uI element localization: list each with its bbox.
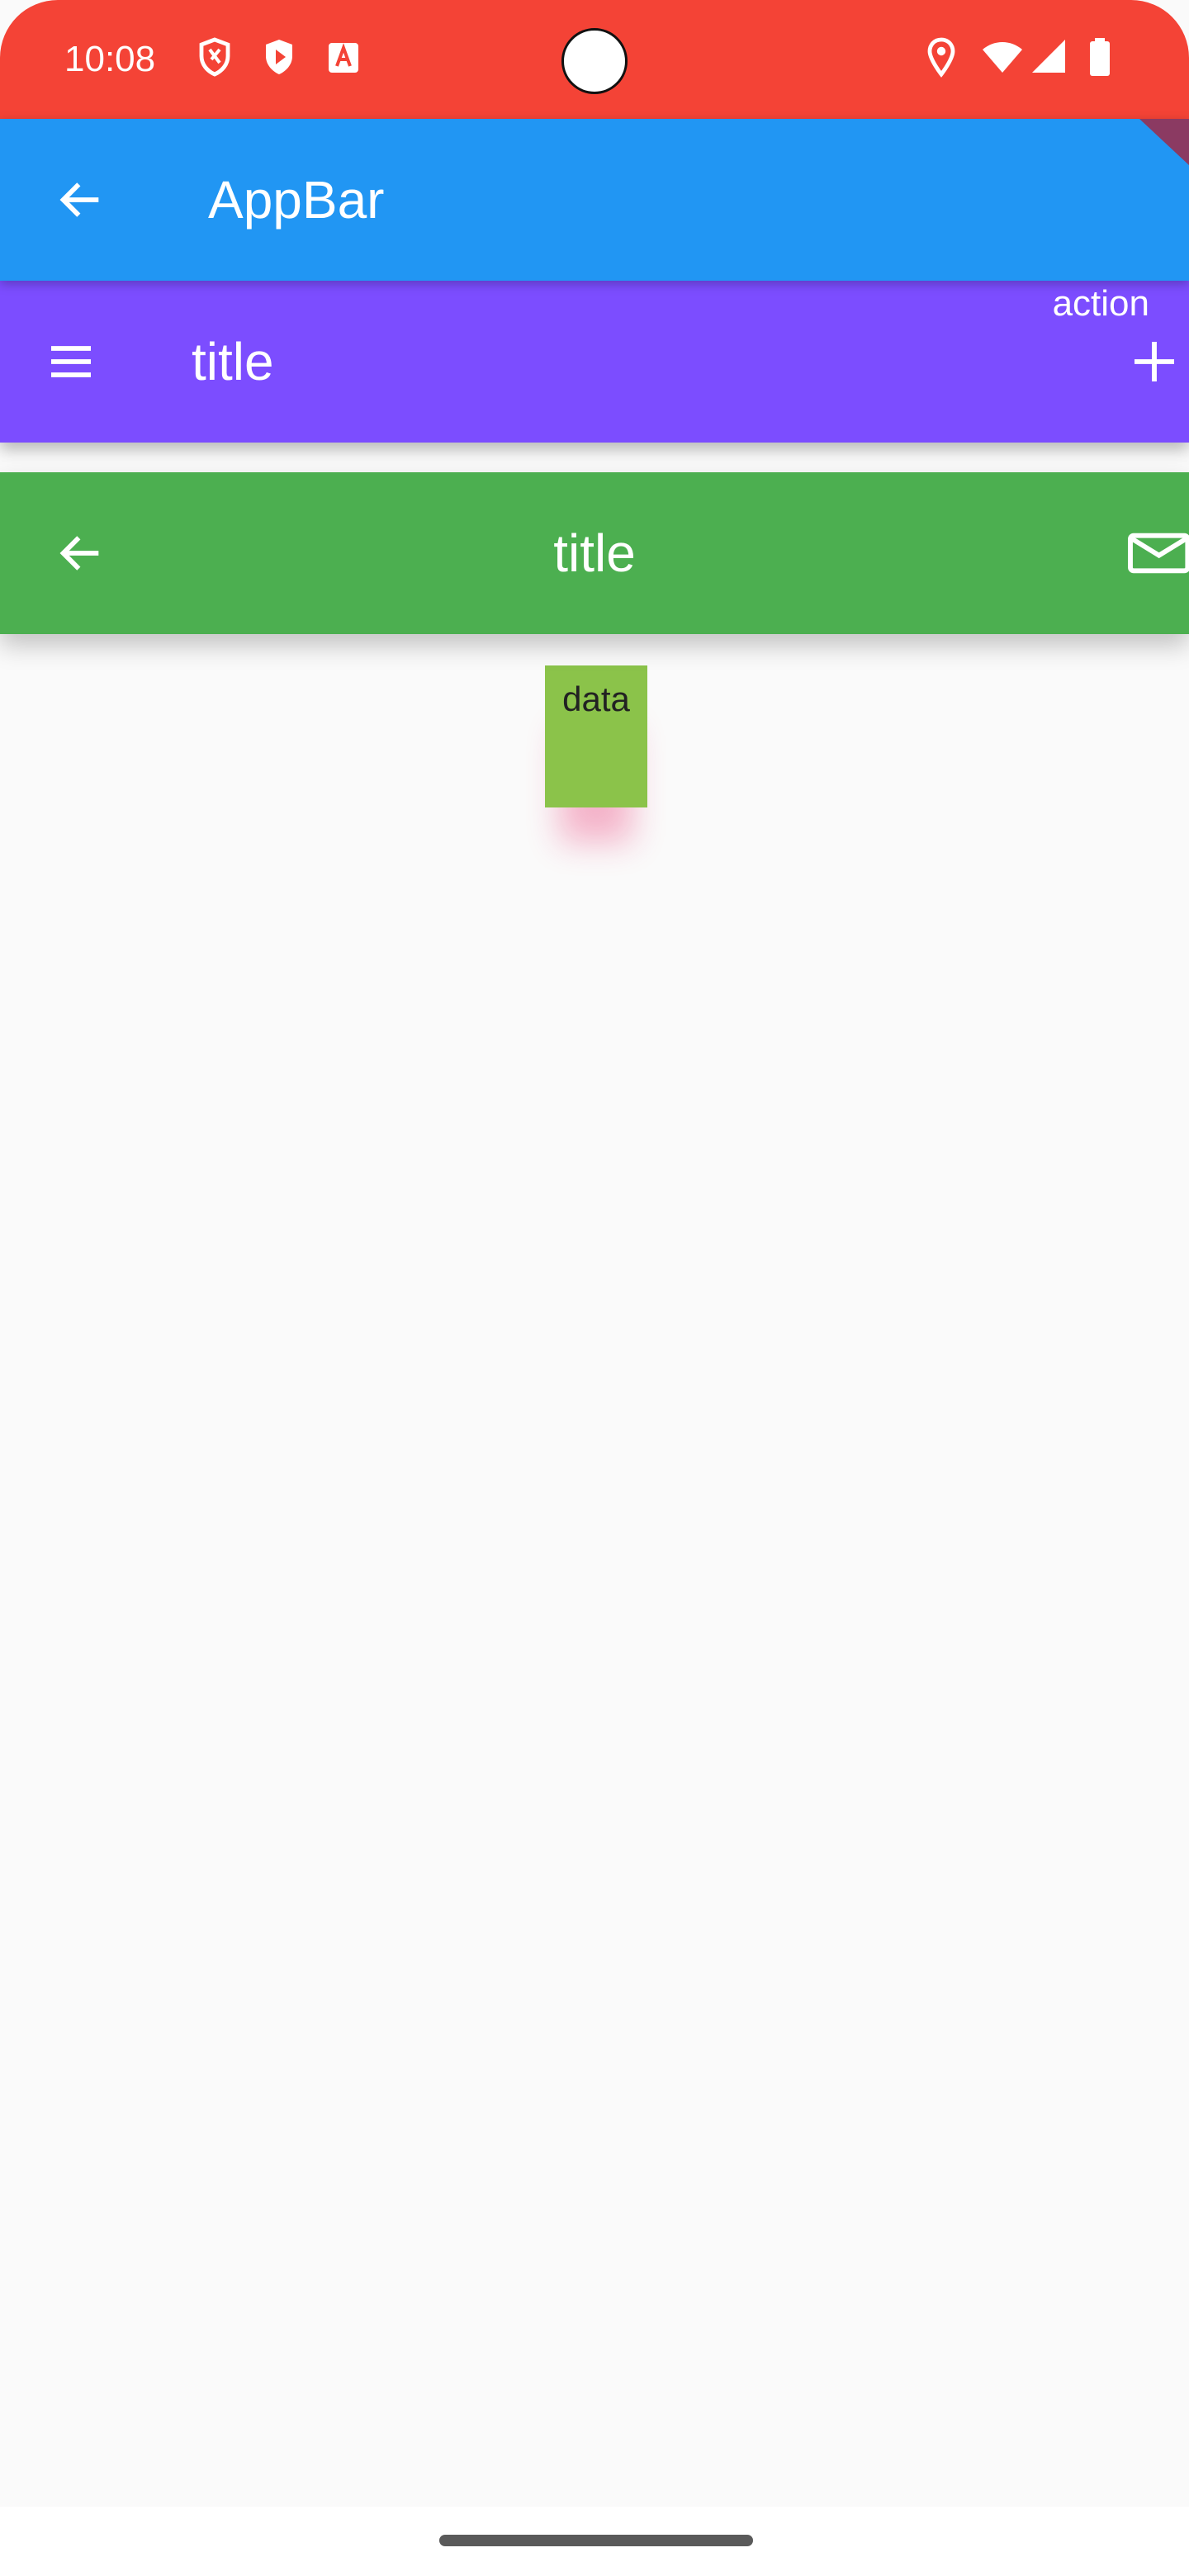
- signal-icon: [1032, 40, 1065, 73]
- shield-icon: [199, 37, 230, 77]
- menu-icon[interactable]: [45, 335, 97, 388]
- status-bar: 10:08: [0, 0, 1189, 119]
- data-label: data: [562, 680, 630, 718]
- location-icon: [927, 37, 955, 78]
- battery-icon: [1090, 38, 1110, 76]
- action-label: action: [1052, 283, 1149, 324]
- green-bar-title: title: [553, 523, 636, 583]
- autofill-icon: [329, 43, 358, 73]
- purple-app-bar: title action: [0, 281, 1189, 443]
- debug-banner: [1139, 119, 1189, 165]
- status-time: 10:08: [64, 39, 156, 79]
- main-app-bar: AppBar: [0, 119, 1189, 281]
- data-box: data: [545, 665, 647, 807]
- play-protect-icon: [266, 40, 292, 74]
- app-screen: 10:08 AppBar title action title data: [0, 0, 1189, 2576]
- camera-cutout: [561, 28, 628, 94]
- back-arrow-icon[interactable]: [54, 173, 107, 226]
- home-indicator[interactable]: [439, 2535, 753, 2546]
- purple-bar-title: title: [192, 332, 274, 391]
- mail-icon[interactable]: [1125, 527, 1189, 580]
- green-app-bar: title: [0, 472, 1189, 634]
- add-icon[interactable]: [1128, 335, 1181, 388]
- app-bar-title: AppBar: [208, 170, 385, 230]
- wifi-icon: [983, 42, 1022, 73]
